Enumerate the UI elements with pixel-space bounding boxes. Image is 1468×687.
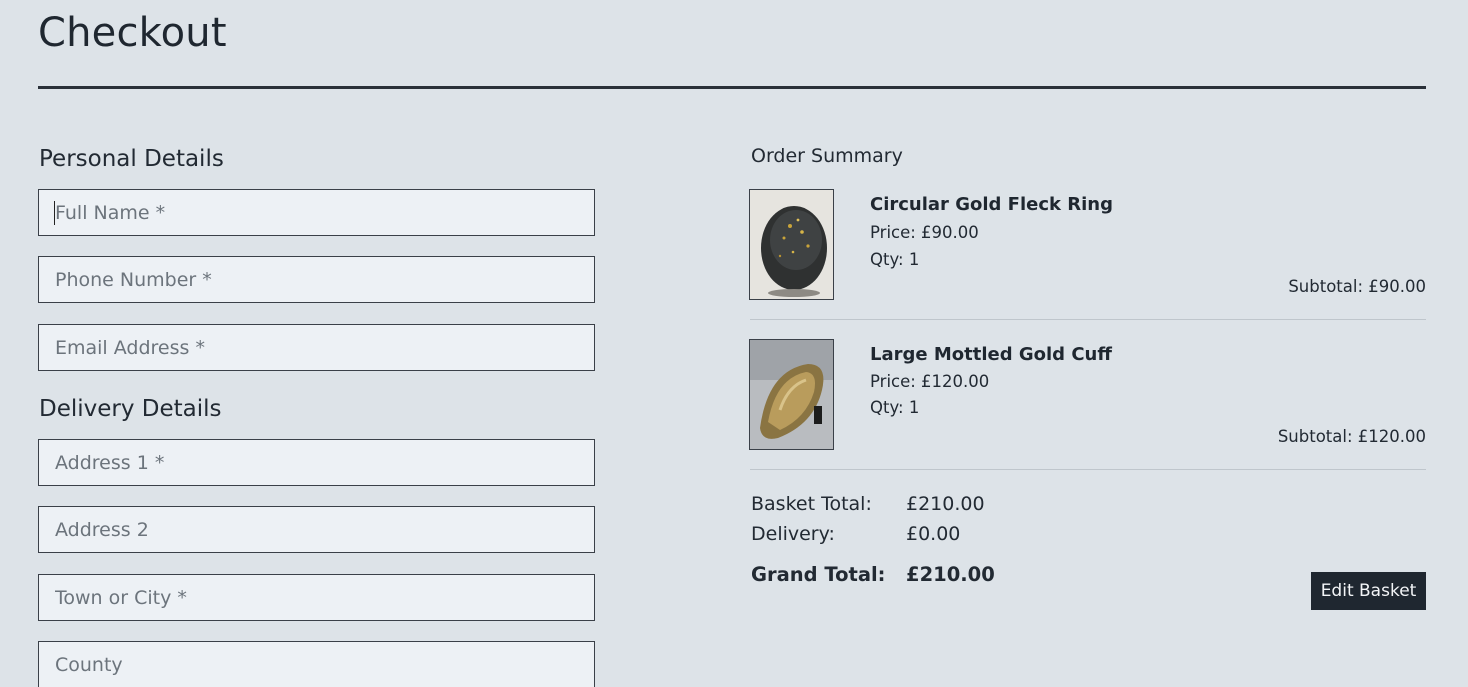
phone-number-field[interactable] [38,256,595,303]
delivery-details-heading: Delivery Details [39,396,222,422]
item-name: Circular Gold Fleck Ring [870,194,1113,215]
ring-photo [750,190,833,299]
county-field[interactable] [38,641,595,687]
totals-divider [750,469,1426,470]
town-or-city-field[interactable] [38,574,595,621]
cuff-photo [750,340,833,449]
item-name: Large Mottled Gold Cuff [870,344,1112,365]
email-address-field[interactable] [38,324,595,371]
page-title: Checkout [38,10,227,56]
edit-basket-button[interactable]: Edit Basket [1311,572,1426,610]
item-divider [750,319,1426,320]
cuff-product-image [749,339,834,450]
delivery-label: Delivery: [751,523,835,545]
item-qty: Qty: 1 [870,250,920,269]
delivery-value: £0.00 [906,523,961,545]
item-subtotal: Subtotal: £120.00 [1277,427,1426,446]
item-subtotal: Subtotal: £90.00 [1288,277,1426,296]
full-name-field[interactable] [38,189,595,236]
grand-total-label: Grand Total: [751,563,886,586]
item-price: Price: £90.00 [870,223,979,242]
address-1-field[interactable] [38,439,595,486]
ring-product-image [749,189,834,300]
order-summary-heading: Order Summary [751,145,903,167]
personal-details-heading: Personal Details [39,146,224,172]
text-caret [54,201,55,225]
basket-total-label: Basket Total: [751,493,872,515]
checkout-page: Checkout Personal Details Delivery Detai… [0,0,1468,687]
title-divider [38,86,1426,89]
item-qty: Qty: 1 [870,398,920,417]
item-price: Price: £120.00 [870,372,990,391]
basket-total-value: £210.00 [906,493,985,515]
address-2-field[interactable] [38,506,595,553]
grand-total-value: £210.00 [906,563,995,586]
